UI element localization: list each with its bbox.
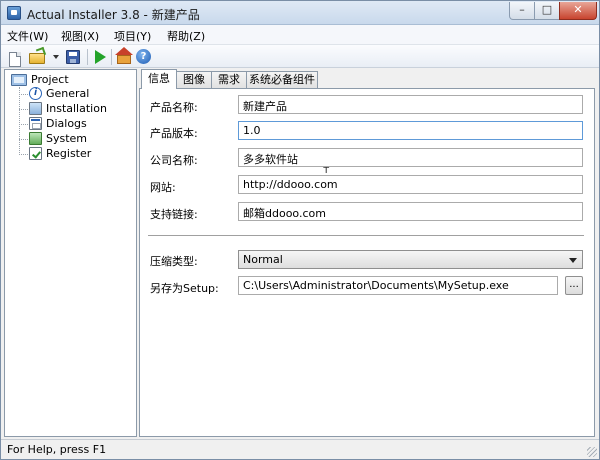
app-window: Actual Installer 3.8 - 新建产品 – □ ✕ 文件(W) …: [0, 0, 600, 460]
tree-item-label: Dialogs: [46, 117, 87, 130]
close-button[interactable]: ✕: [559, 2, 597, 20]
maximize-button[interactable]: □: [534, 2, 560, 20]
menu-file[interactable]: 文件(W): [7, 28, 48, 44]
section-divider: [148, 235, 584, 237]
browse-button[interactable]: ...: [565, 276, 583, 295]
tree-item-general[interactable]: i General: [19, 87, 129, 101]
tree-item-label: General: [46, 87, 90, 100]
build-run-button[interactable]: [91, 48, 109, 66]
tree-item-label: Installation: [46, 102, 107, 115]
new-icon: [9, 52, 21, 67]
system-icon: [29, 132, 42, 145]
new-button[interactable]: [7, 48, 25, 67]
tree-root-label: Project: [31, 73, 69, 86]
compression-value: Normal: [243, 253, 283, 266]
help-icon: ?: [136, 49, 151, 64]
product-name-label: 产品名称:: [150, 101, 198, 114]
installation-icon: [29, 102, 42, 115]
menu-bar: 文件(W) 视图(X) 项目(Y) 帮助(Z): [1, 25, 599, 44]
company-name-field[interactable]: 多多软件站: [238, 148, 583, 167]
save-button[interactable]: [65, 48, 83, 66]
chevron-down-icon: [569, 258, 577, 263]
menu-help[interactable]: 帮助(Z): [167, 28, 205, 44]
status-text: For Help, press F1: [7, 443, 107, 456]
window-title: Actual Installer 3.8 - 新建产品: [27, 8, 200, 22]
support-link-field[interactable]: 邮箱ddooo.com: [238, 202, 583, 221]
open-dropdown-arrow-icon[interactable]: [53, 55, 59, 59]
product-version-field[interactable]: 1.0: [238, 121, 583, 140]
dialogs-icon: [29, 117, 42, 130]
home-button[interactable]: [115, 47, 134, 66]
website-label: 网站:: [150, 181, 176, 194]
open-icon: [29, 53, 45, 64]
product-version-label: 产品版本:: [150, 127, 198, 140]
tree-item-dialogs[interactable]: Dialogs: [19, 117, 129, 131]
tree-item-label: System: [46, 132, 88, 145]
info-panel: 产品名称: 新建产品 产品版本: 1.0 公司名称: 多多软件站 ᴛ 网站: h…: [139, 88, 595, 437]
toolbar-separator: [87, 49, 88, 65]
toolbar-separator: [111, 49, 112, 65]
open-button[interactable]: [29, 48, 47, 66]
tree-item-system[interactable]: System: [19, 132, 129, 146]
compression-select[interactable]: Normal: [238, 250, 583, 269]
register-icon: [29, 147, 42, 160]
product-name-field[interactable]: 新建产品: [238, 95, 583, 114]
menu-project[interactable]: 项目(Y): [114, 28, 151, 44]
home-icon: [115, 47, 133, 64]
project-icon: [11, 74, 27, 86]
save-icon: [66, 50, 80, 64]
minimize-button[interactable]: –: [509, 2, 535, 20]
tree-item-register[interactable]: Register: [19, 147, 129, 161]
toolbar: ?: [1, 44, 599, 68]
compression-label: 压缩类型:: [150, 255, 198, 268]
status-bar: For Help, press F1: [1, 439, 599, 459]
project-tree[interactable]: Project i General Installation Dialogs S…: [4, 69, 137, 437]
website-field[interactable]: http://ddooo.com: [238, 175, 583, 194]
tree-item-label: Register: [46, 147, 92, 160]
app-icon: [7, 6, 21, 20]
menu-view[interactable]: 视图(X): [61, 28, 99, 44]
tab-info[interactable]: 信息: [141, 69, 177, 89]
tree-item-installation[interactable]: Installation: [19, 102, 129, 116]
tab-prerequisites[interactable]: 系统必备组件: [246, 71, 318, 88]
tab-requirements[interactable]: 需求: [211, 71, 247, 88]
title-bar[interactable]: Actual Installer 3.8 - 新建产品 – □ ✕: [1, 1, 599, 25]
tab-images[interactable]: 图像: [176, 71, 212, 88]
company-name-label: 公司名称:: [150, 154, 198, 167]
resize-grip-icon[interactable]: [587, 447, 597, 457]
help-button[interactable]: ?: [135, 48, 153, 66]
info-icon: i: [29, 87, 42, 100]
run-icon: [95, 50, 106, 64]
support-link-label: 支持链接:: [150, 208, 198, 221]
save-as-path-field[interactable]: C:\Users\Administrator\Documents\MySetup…: [238, 276, 558, 295]
save-as-label: 另存为Setup:: [150, 282, 219, 295]
